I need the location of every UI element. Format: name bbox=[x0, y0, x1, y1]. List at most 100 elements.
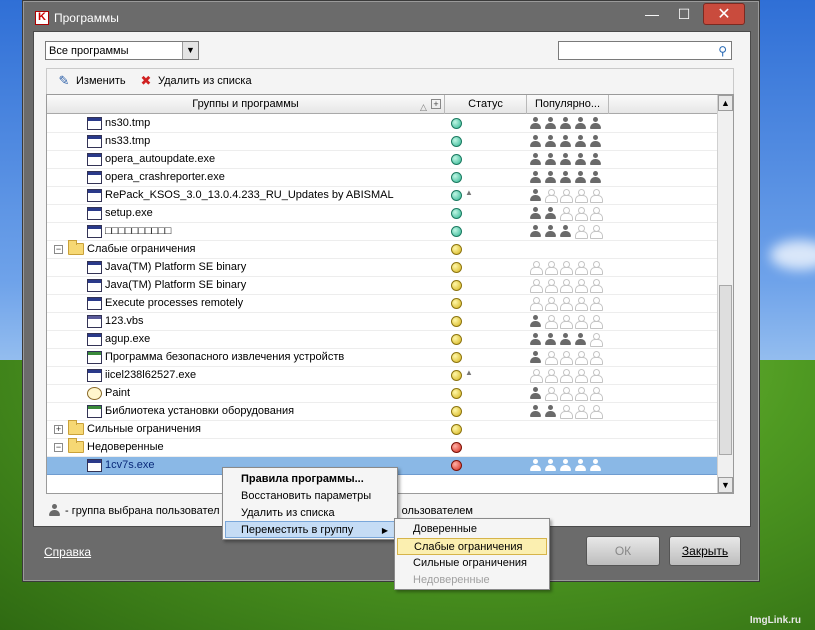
menu-item-restore-settings[interactable]: Восстановить параметры bbox=[225, 488, 395, 505]
program-row[interactable]: agup.exe bbox=[47, 331, 717, 349]
scroll-down-arrow-icon[interactable]: ▼ bbox=[718, 477, 733, 493]
edit-button[interactable]: ✎ Изменить bbox=[57, 74, 126, 88]
search-field[interactable]: ⚲ bbox=[558, 41, 732, 60]
person-icon bbox=[544, 387, 558, 401]
popularity-rating bbox=[529, 387, 603, 401]
status-red-icon bbox=[451, 442, 462, 453]
column-header-popularity[interactable]: Популярно... bbox=[527, 95, 609, 114]
menu-item-program-rules[interactable]: Правила программы... bbox=[225, 471, 395, 488]
person-icon bbox=[529, 153, 542, 166]
person-icon bbox=[559, 117, 572, 130]
scroll-up-arrow-icon[interactable]: ▲ bbox=[718, 95, 733, 111]
person-icon bbox=[589, 279, 603, 293]
chevron-down-icon[interactable]: ▼ bbox=[182, 42, 198, 59]
column-header-status[interactable]: Статус bbox=[445, 95, 527, 114]
ok-button[interactable]: ОК bbox=[586, 536, 660, 566]
group-row[interactable]: − Недоверенные bbox=[47, 438, 717, 457]
person-icon bbox=[529, 279, 543, 293]
search-icon[interactable]: ⚲ bbox=[718, 44, 727, 58]
collapse-icon[interactable]: − bbox=[54, 245, 63, 254]
group-row[interactable]: + Сильные ограничения bbox=[47, 420, 717, 439]
status-green-icon bbox=[451, 154, 462, 165]
person-icon bbox=[574, 297, 588, 311]
program-row[interactable]: Библиотека установки оборудования bbox=[47, 403, 717, 421]
remove-from-list-button[interactable]: ✖ Удалить из списка bbox=[139, 74, 252, 88]
collapse-icon[interactable]: − bbox=[54, 443, 63, 452]
person-icon bbox=[544, 459, 557, 472]
vertical-scrollbar[interactable]: ▲ ▼ bbox=[717, 95, 733, 493]
program-row[interactable]: Paint bbox=[47, 385, 717, 403]
help-link[interactable]: Справка bbox=[44, 545, 91, 559]
program-row[interactable]: iicel238l62527.exe ▲ bbox=[47, 367, 717, 385]
person-icon bbox=[559, 189, 573, 203]
program-row[interactable]: RePack_KSOS_3.0_13.0.4.233_RU_Updates by… bbox=[47, 187, 717, 205]
popularity-rating bbox=[529, 225, 603, 239]
application-icon bbox=[87, 333, 102, 346]
program-row[interactable]: opera_autoupdate.exe bbox=[47, 151, 717, 169]
search-input[interactable] bbox=[562, 43, 712, 58]
program-filter-dropdown[interactable]: Все программы ▼ bbox=[45, 41, 199, 60]
person-icon bbox=[559, 135, 572, 148]
program-row[interactable]: ns33.tmp bbox=[47, 133, 717, 151]
minimize-button[interactable]: — bbox=[637, 3, 667, 25]
person-icon bbox=[529, 117, 542, 130]
person-icon bbox=[544, 189, 558, 203]
programs-tree-grid[interactable]: Группы и программы △ + Статус Популярно.… bbox=[46, 94, 734, 494]
column-header-status-label: Статус bbox=[468, 98, 503, 110]
program-row[interactable]: 123.vbs bbox=[47, 313, 717, 331]
group-row[interactable]: − Слабые ограничения bbox=[47, 240, 717, 259]
person-icon bbox=[559, 333, 572, 346]
application-icon bbox=[87, 261, 102, 274]
person-icon bbox=[529, 189, 542, 202]
program-name: opera_autoupdate.exe bbox=[105, 153, 216, 165]
program-row[interactable]: Java(TM) Platform SE binary bbox=[47, 277, 717, 295]
person-icon bbox=[529, 369, 543, 383]
program-row[interactable]: Программа безопасного извлечения устройс… bbox=[47, 349, 717, 367]
person-icon bbox=[559, 459, 572, 472]
popularity-rating bbox=[529, 279, 603, 293]
person-icon bbox=[574, 315, 588, 329]
close-window-button[interactable]: ✕ bbox=[703, 3, 745, 25]
submenu-item-low-restricted[interactable]: Слабые ограничения bbox=[397, 538, 547, 555]
menu-item-move-to-group[interactable]: Переместить в группу ▶ bbox=[225, 521, 395, 538]
program-row[interactable]: Java(TM) Platform SE binary bbox=[47, 259, 717, 277]
person-icon bbox=[589, 261, 603, 275]
status-green-icon bbox=[451, 208, 462, 219]
column-header-groups-programs[interactable]: Группы и программы △ + bbox=[47, 95, 445, 114]
submenu-item-high-restricted[interactable]: Сильные ограничения bbox=[397, 555, 547, 572]
status-yellow-icon bbox=[451, 262, 462, 273]
person-icon bbox=[574, 279, 588, 293]
person-icon bbox=[544, 135, 557, 148]
application-icon bbox=[87, 315, 102, 328]
grid-header: Группы и программы △ + Статус Популярно.… bbox=[47, 95, 717, 114]
program-name: 1cv7s.exe bbox=[105, 459, 155, 471]
program-row[interactable]: setup.exe bbox=[47, 205, 717, 223]
expand-icon[interactable]: + bbox=[54, 425, 63, 434]
program-name: setup.exe bbox=[105, 207, 153, 219]
scrollbar-thumb[interactable] bbox=[719, 285, 732, 455]
close-button[interactable]: Закрыть bbox=[669, 536, 741, 566]
menu-item-remove-from-list[interactable]: Удалить из списка bbox=[225, 505, 395, 522]
expand-all-icon[interactable]: + bbox=[431, 99, 441, 109]
status-yellow-icon bbox=[451, 316, 462, 327]
status-yellow-icon bbox=[451, 280, 462, 291]
program-row[interactable]: opera_crashreporter.exe bbox=[47, 169, 717, 187]
person-icon bbox=[559, 279, 573, 293]
edit-button-label: Изменить bbox=[76, 75, 126, 87]
program-row[interactable]: □□□□□□□□□□ bbox=[47, 223, 717, 241]
application-icon bbox=[87, 171, 102, 184]
title-bar[interactable]: Программы — ☐ ✕ bbox=[23, 1, 759, 33]
person-icon bbox=[544, 315, 558, 329]
user-selected-icon bbox=[48, 504, 61, 517]
program-row[interactable]: Execute processes remotely bbox=[47, 295, 717, 313]
person-icon bbox=[574, 207, 588, 221]
status-green-icon bbox=[451, 118, 462, 129]
maximize-button[interactable]: ☐ bbox=[669, 3, 699, 25]
popularity-rating bbox=[529, 459, 602, 472]
submenu-item-trusted[interactable]: Доверенные bbox=[397, 521, 547, 538]
program-name: Библиотека установки оборудования bbox=[105, 405, 295, 417]
application-icon bbox=[87, 189, 102, 202]
program-row[interactable]: ns30.tmp bbox=[47, 115, 717, 133]
status-green-icon bbox=[451, 190, 462, 201]
grid-rows: ns30.tmp ns33.tmp opera_autoupdate.exeoper… bbox=[47, 115, 717, 475]
